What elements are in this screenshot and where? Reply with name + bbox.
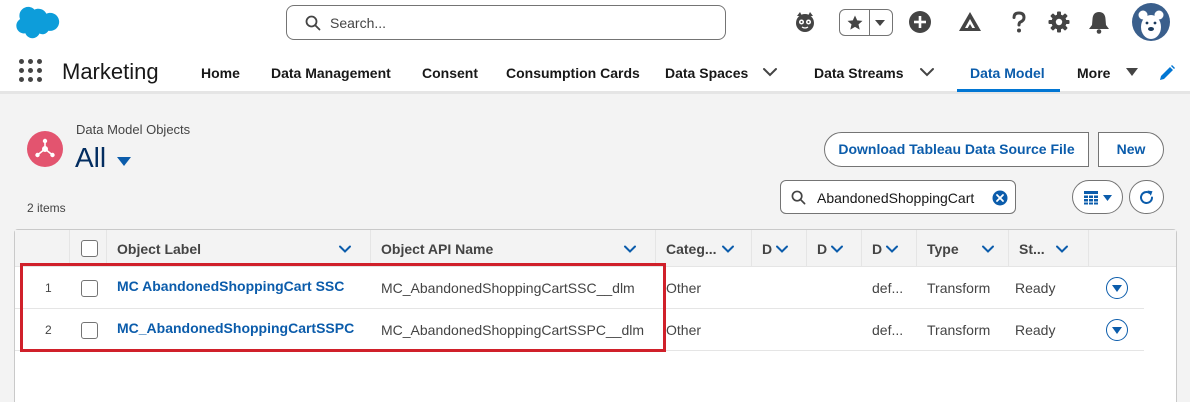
user-avatar[interactable] — [1132, 3, 1170, 41]
einstein-icon[interactable] — [791, 8, 819, 36]
d3-cell: def... — [872, 322, 904, 338]
column-header-type[interactable]: Type — [917, 230, 1009, 267]
bear-avatar-icon — [1138, 10, 1164, 39]
add-icon[interactable] — [906, 8, 934, 36]
nav-item-data-model[interactable]: Data Model — [970, 65, 1045, 81]
trailhead-icon[interactable] — [956, 8, 984, 36]
list-view-caret-down-icon[interactable] — [116, 155, 132, 167]
notifications-bell-icon[interactable] — [1085, 8, 1113, 36]
row-actions-button[interactable] — [1106, 319, 1128, 341]
nav-item-more[interactable]: More — [1077, 65, 1110, 81]
download-tableau-button[interactable]: Download Tableau Data Source File — [824, 132, 1089, 167]
chevron-down-icon[interactable] — [981, 242, 995, 256]
data-streams-chevron-down-icon[interactable] — [917, 62, 937, 82]
chevron-down-icon[interactable] — [885, 242, 899, 256]
d3-cell: def... — [872, 280, 904, 296]
gear-icon[interactable] — [1045, 8, 1073, 36]
nav-item-data-management[interactable]: Data Management — [271, 65, 391, 81]
column-header-label: Type — [927, 241, 959, 257]
new-button[interactable]: New — [1098, 132, 1164, 167]
refresh-icon — [1140, 190, 1153, 204]
data-spaces-chevron-down-icon[interactable] — [760, 62, 780, 82]
clear-search-icon[interactable] — [992, 190, 1008, 206]
caret-down-icon — [1103, 195, 1112, 201]
column-header-d1[interactable]: D — [752, 230, 807, 267]
more-caret-down-icon[interactable] — [1125, 67, 1139, 77]
row-actions-button[interactable] — [1106, 277, 1128, 299]
salesforce-cloud-logo[interactable] — [14, 6, 60, 40]
column-header-d3[interactable]: D — [862, 230, 917, 267]
column-header-label: Object Label — [117, 241, 202, 257]
object-hub-icon — [35, 138, 55, 158]
display-as-table-button[interactable] — [1072, 180, 1123, 214]
object-type-label: Data Model Objects — [76, 122, 191, 137]
column-header-d2[interactable]: D — [807, 230, 862, 267]
global-search[interactable]: Search... — [286, 5, 726, 40]
chevron-down-icon[interactable] — [338, 242, 352, 256]
row-number-header — [15, 230, 70, 267]
chevron-down-icon[interactable] — [775, 242, 789, 256]
nav-item-data-spaces[interactable]: Data Spaces — [665, 65, 748, 81]
caret-down-icon — [1112, 285, 1122, 292]
chevron-down-icon[interactable] — [1055, 242, 1069, 256]
caret-down-icon[interactable] — [874, 18, 886, 28]
column-header-label: D — [872, 241, 883, 257]
column-header-label: St... — [1019, 241, 1045, 257]
list-search-input[interactable]: AbandonedShoppingCart — [780, 180, 1016, 214]
column-header-label: D — [762, 241, 773, 257]
nav-item-consumption-cards[interactable]: Consumption Cards — [506, 65, 640, 81]
search-icon — [791, 190, 806, 205]
status-cell: Ready — [1015, 322, 1056, 338]
column-header-category[interactable]: Categ... — [656, 230, 752, 267]
active-tab-indicator — [957, 89, 1060, 92]
nav-item-data-streams[interactable]: Data Streams — [814, 65, 904, 81]
data-model-object-icon — [27, 131, 63, 167]
select-all-header — [70, 230, 107, 267]
list-search-value: AbandonedShoppingCart — [817, 190, 975, 206]
app-navigation-bar: Marketing Home Data Management Consent C… — [0, 48, 1190, 94]
search-icon — [305, 15, 321, 31]
global-header: Search... — [0, 0, 1190, 48]
type-cell: Transform — [927, 280, 991, 296]
nav-item-home[interactable]: Home — [201, 65, 240, 81]
category-cell: Other — [666, 322, 702, 338]
type-cell: Transform — [927, 322, 991, 338]
table-header-row: Object Label Object API Name Categ... D … — [15, 230, 1176, 267]
search-placeholder: Search... — [330, 15, 387, 31]
chevron-down-icon[interactable] — [721, 242, 735, 256]
list-view-name[interactable]: All — [75, 142, 106, 174]
column-header-label: D — [817, 241, 828, 257]
chevron-down-icon[interactable] — [830, 242, 844, 256]
app-name: Marketing — [62, 59, 159, 84]
edit-nav-pencil-icon[interactable] — [1158, 64, 1176, 82]
table-icon — [1084, 191, 1098, 205]
nav-item-consent[interactable]: Consent — [422, 65, 478, 81]
caret-down-icon — [1112, 327, 1122, 334]
item-count: 2 items — [27, 201, 66, 215]
refresh-button[interactable] — [1129, 180, 1164, 214]
column-header-label: Object API Name — [381, 241, 494, 257]
star-icon[interactable] — [846, 14, 864, 32]
column-header-object-api-name[interactable]: Object API Name — [371, 230, 656, 267]
status-cell: Ready — [1015, 280, 1056, 296]
category-cell: Other — [666, 280, 702, 296]
column-header-object-label[interactable]: Object Label — [107, 230, 371, 267]
column-header-status[interactable]: St... — [1009, 230, 1089, 267]
favorites-separator — [869, 10, 870, 35]
select-all-checkbox[interactable] — [81, 240, 98, 257]
app-launcher-icon[interactable] — [19, 59, 43, 83]
highlight-annotation-box — [20, 263, 666, 352]
column-header-label: Categ... — [666, 241, 717, 257]
help-icon[interactable] — [1005, 8, 1033, 36]
chevron-down-icon[interactable] — [623, 242, 637, 256]
favorites-group — [839, 9, 893, 36]
